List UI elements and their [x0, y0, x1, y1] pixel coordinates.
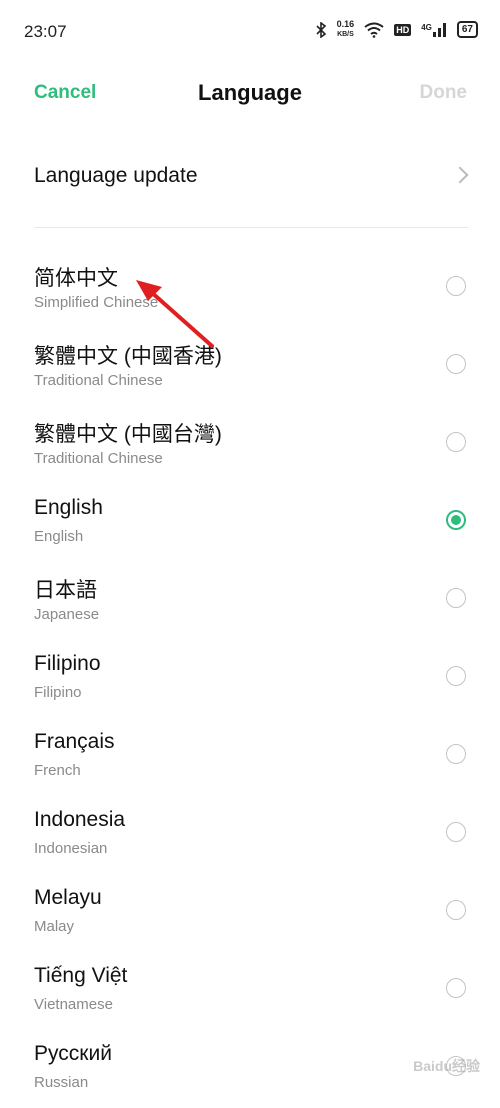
language-name: Русский: [34, 1042, 112, 1065]
battery-icon: 67: [456, 21, 478, 38]
language-item[interactable]: English English: [0, 484, 500, 562]
bluetooth-icon: [316, 21, 326, 38]
language-item[interactable]: Melayu Malay: [0, 874, 500, 952]
language-subtitle: Vietnamese: [34, 996, 113, 1013]
language-name: 繁體中文 (中國台灣): [34, 423, 222, 446]
watermark: Baidu经验: [413, 1058, 480, 1074]
status-time: 23:07: [24, 22, 67, 41]
net-speed-unit: KB/S: [337, 31, 354, 38]
language-name: 繁體中文 (中國香港): [34, 345, 222, 368]
language-item[interactable]: Filipino Filipino: [0, 640, 500, 718]
language-name: 简体中文: [34, 267, 118, 290]
language-subtitle: Traditional Chinese: [34, 372, 163, 389]
radio-selected-icon[interactable]: [446, 510, 466, 530]
radio-unselected-icon[interactable]: [446, 900, 466, 920]
status-icons: 0.16 KB/S HD 4G 67: [315, 20, 478, 39]
radio-unselected-icon[interactable]: [446, 432, 466, 452]
net-speed-value: 0.16: [336, 19, 355, 29]
language-subtitle: Traditional Chinese: [34, 450, 163, 467]
language-name: Filipino: [34, 652, 101, 675]
net-speed: 0.16 KB/S: [337, 20, 355, 39]
language-subtitle: Simplified Chinese: [34, 294, 159, 311]
cancel-button[interactable]: Cancel: [34, 82, 96, 104]
radio-unselected-icon[interactable]: [446, 978, 466, 998]
language-name: Indonesia: [34, 808, 126, 831]
language-subtitle: Malay: [34, 918, 75, 935]
language-name: Melayu: [34, 886, 102, 909]
language-update-label: Language update: [34, 164, 198, 187]
hd-badge: HD: [394, 23, 412, 36]
language-item[interactable]: 繁體中文 (中國台灣) Traditional Chinese: [0, 406, 500, 484]
nav-header: Cancel Language Done: [0, 62, 500, 126]
language-name: 日本語: [34, 579, 97, 602]
status-bar: 23:07 0.16 KB/S HD 4G 67: [0, 0, 500, 62]
language-update-row[interactable]: Language update: [0, 140, 500, 216]
chevron-right-icon: [451, 166, 469, 184]
radio-unselected-icon[interactable]: [446, 276, 466, 296]
radio-unselected-icon[interactable]: [446, 822, 466, 842]
language-item[interactable]: Français French: [0, 718, 500, 796]
language-list: 简体中文 Simplified Chinese 繁體中文 (中國香港) Traditi…: [0, 250, 500, 1108]
language-subtitle: Russian: [34, 1074, 89, 1091]
language-item[interactable]: Tiếng Việt Vietnamese: [0, 952, 500, 1030]
language-subtitle: Filipino: [34, 684, 82, 701]
radio-unselected-icon[interactable]: [446, 588, 466, 608]
wifi-icon: [364, 22, 384, 38]
radio-unselected-icon[interactable]: [446, 744, 466, 764]
language-name: English: [34, 496, 103, 519]
language-subtitle: French: [34, 762, 81, 779]
language-subtitle: Indonesian: [34, 840, 108, 857]
language-name: Français: [34, 730, 115, 753]
language-item[interactable]: Indonesia Indonesian: [0, 796, 500, 874]
signal-icon: [432, 22, 446, 37]
language-item[interactable]: 简体中文 Simplified Chinese: [0, 250, 500, 328]
network-type: 4G: [421, 22, 447, 37]
language-subtitle: English: [34, 528, 84, 545]
done-button[interactable]: Done: [420, 82, 468, 104]
language-subtitle: Japanese: [34, 606, 100, 623]
divider: [34, 227, 468, 228]
radio-unselected-icon[interactable]: [446, 666, 466, 686]
language-name: Tiếng Việt: [34, 964, 128, 987]
radio-unselected-icon[interactable]: [446, 354, 466, 374]
language-item[interactable]: 繁體中文 (中國香港) Traditional Chinese: [0, 328, 500, 406]
language-item[interactable]: 日本語 Japanese: [0, 562, 500, 640]
